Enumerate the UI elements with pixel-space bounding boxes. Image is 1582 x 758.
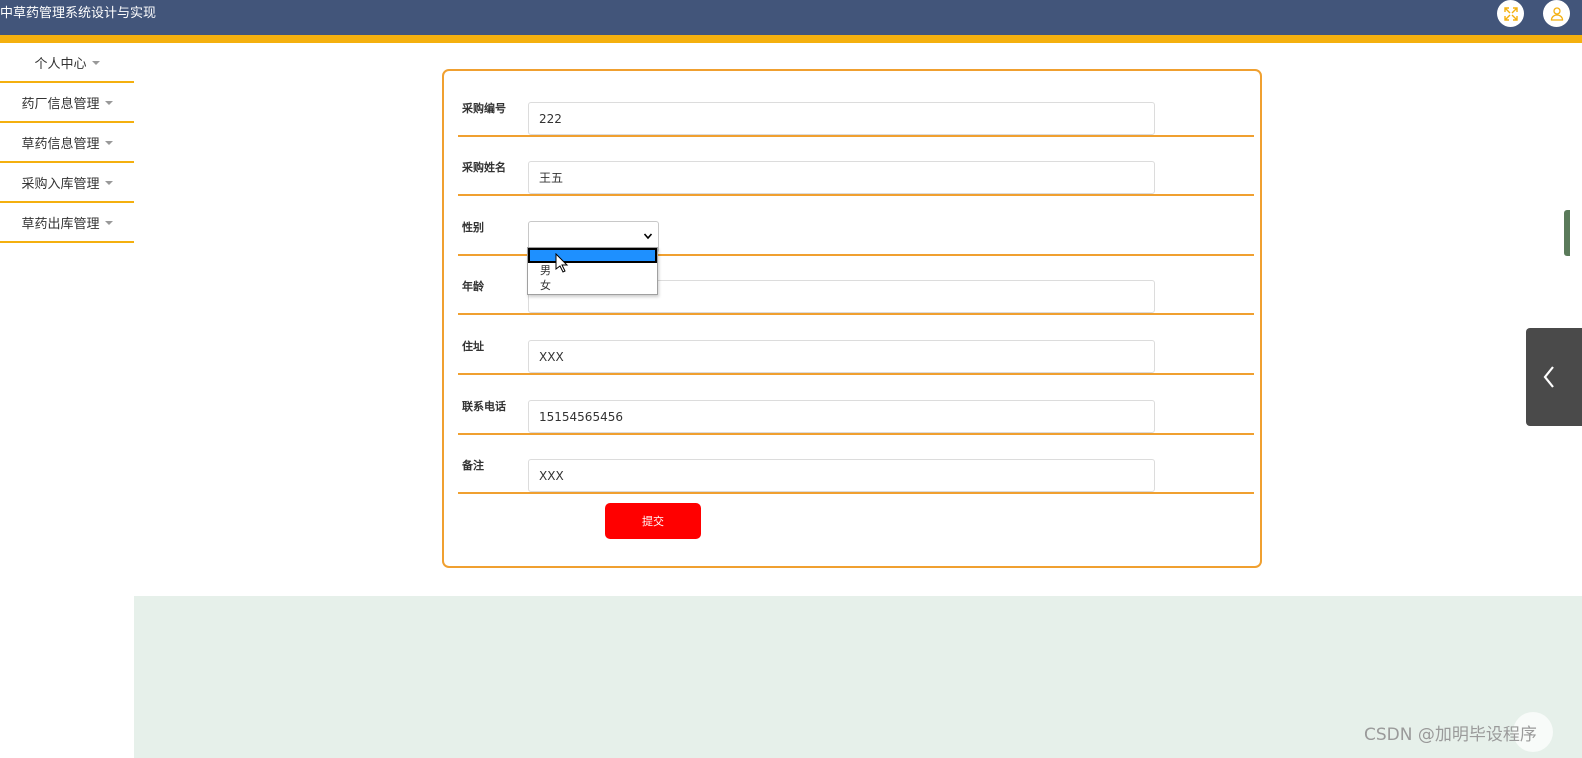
submit-button[interactable]: 提交 — [605, 503, 701, 539]
sidebar-item-personal-center[interactable]: 个人中心 — [0, 43, 134, 83]
side-panel-toggle[interactable] — [1526, 328, 1582, 426]
edge-tab[interactable] — [1564, 210, 1570, 256]
gender-option-empty[interactable] — [528, 248, 657, 263]
caret-down-icon — [91, 61, 100, 65]
sidebar-item-label: 采购入库管理 — [21, 176, 100, 192]
caret-down-icon — [104, 221, 113, 225]
app-title: 中草药管理系统设计与实现 — [0, 6, 157, 21]
form-row-purchase-id: 采购编号 222 — [458, 78, 1254, 137]
field-label: 联系电话 — [462, 399, 506, 413]
top-bar: 中草药管理系统设计与实现 — [0, 0, 1582, 35]
gender-dropdown-list: 男 女 — [527, 247, 658, 295]
sidebar-item-label: 个人中心 — [34, 56, 87, 72]
field-label: 性别 — [462, 220, 484, 234]
remarks-input[interactable]: XXX — [528, 459, 1155, 492]
form-row-phone: 联系电话 15154565456 — [458, 376, 1254, 435]
caret-down-icon — [104, 141, 113, 145]
sidebar: 个人中心 药厂信息管理 草药信息管理 采购入库管理 草药出库管理 — [0, 43, 134, 243]
field-label: 住址 — [462, 339, 484, 353]
caret-down-icon — [104, 101, 113, 105]
fullscreen-icon-glyph — [1503, 6, 1518, 21]
purchaser-name-input[interactable]: 王五 — [528, 161, 1155, 194]
accent-strip — [0, 35, 1582, 43]
field-label: 采购编号 — [462, 101, 506, 115]
sidebar-item-factory-info[interactable]: 药厂信息管理 — [0, 83, 134, 123]
caret-down-icon — [104, 181, 113, 185]
user-icon[interactable] — [1543, 0, 1570, 27]
purchase-id-input[interactable]: 222 — [528, 102, 1155, 135]
watermark: CSDN @加明毕设程序 — [1364, 725, 1537, 745]
form-row-address: 住址 XXX — [458, 316, 1254, 375]
sidebar-item-purchase-inbound[interactable]: 采购入库管理 — [0, 163, 134, 203]
mouse-cursor-icon — [555, 253, 569, 273]
sidebar-item-label: 草药信息管理 — [21, 136, 100, 152]
field-label: 年龄 — [462, 279, 484, 293]
field-label: 备注 — [462, 458, 484, 472]
chevron-down-icon — [643, 233, 653, 240]
field-label: 采购姓名 — [462, 160, 506, 174]
user-icon-glyph — [1550, 6, 1563, 21]
address-input[interactable]: XXX — [528, 340, 1155, 373]
gender-option-male[interactable]: 男 — [528, 263, 657, 278]
fullscreen-icon[interactable] — [1497, 0, 1524, 27]
sidebar-item-label: 草药出库管理 — [21, 216, 100, 232]
sidebar-item-label: 药厂信息管理 — [21, 96, 100, 112]
gender-option-female[interactable]: 女 — [528, 278, 657, 293]
sidebar-item-herb-info[interactable]: 草药信息管理 — [0, 123, 134, 163]
chevron-left-icon — [1543, 366, 1554, 388]
form-row-remarks: 备注 XXX — [458, 435, 1254, 494]
sidebar-item-herb-outbound[interactable]: 草药出库管理 — [0, 203, 134, 243]
phone-input[interactable]: 15154565456 — [528, 400, 1155, 433]
form-row-purchaser-name: 采购姓名 王五 — [458, 137, 1254, 196]
form-card: 采购编号 222 采购姓名 王五 性别 年龄 住址 XXX 联系电话 15154… — [442, 69, 1262, 568]
